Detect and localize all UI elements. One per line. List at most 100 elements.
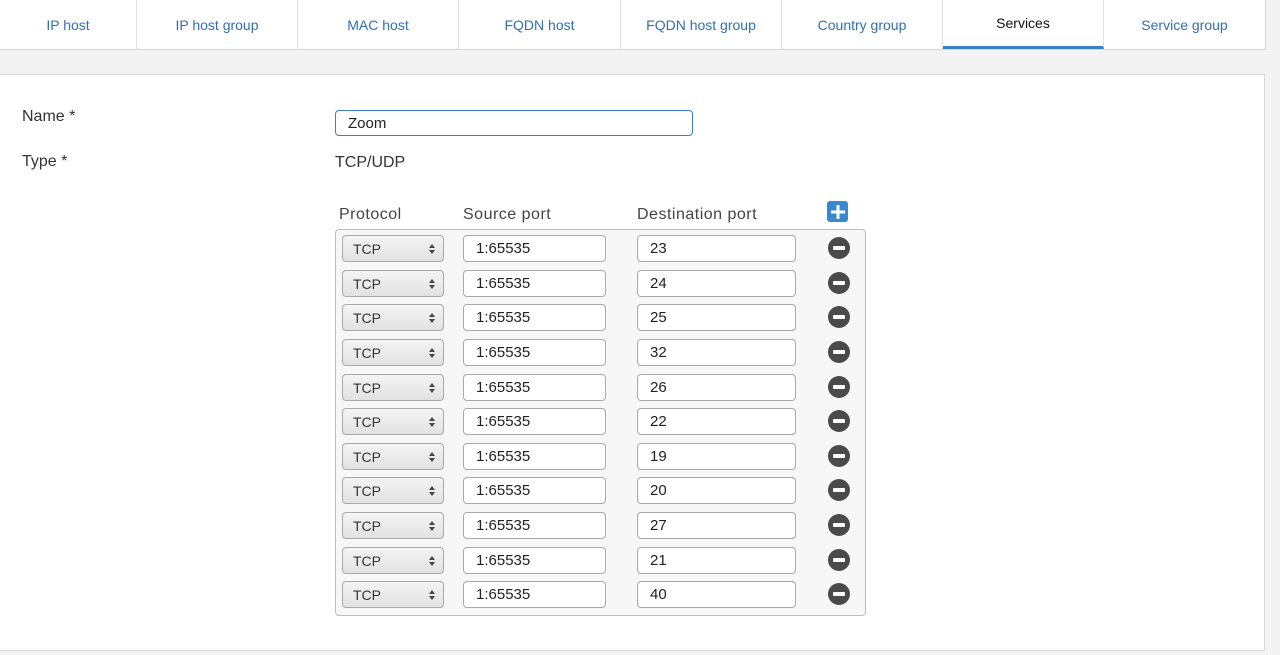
tab-service-group[interactable]: Service group [1104, 0, 1265, 49]
minus-circle-icon [833, 454, 845, 458]
table-row: TCP [336, 269, 865, 299]
destination-port-input[interactable] [637, 477, 796, 504]
protocol-select-value: TCP [353, 448, 381, 465]
protocol-header: Protocol [339, 206, 402, 223]
remove-row-button[interactable] [828, 549, 850, 571]
table-row: TCP [336, 338, 865, 368]
destination-port-input[interactable] [637, 512, 796, 539]
remove-row-button[interactable] [828, 306, 850, 328]
destination-port-input[interactable] [637, 408, 796, 435]
destination-port-input[interactable] [637, 581, 796, 608]
select-arrows-icon [429, 383, 435, 393]
destination-port-header: Destination port [637, 206, 758, 223]
select-arrows-icon [429, 348, 435, 358]
remove-row-button[interactable] [828, 445, 850, 467]
tab-ip-host-group[interactable]: IP host group [137, 0, 298, 49]
remove-row-button[interactable] [828, 514, 850, 536]
select-arrows-icon [429, 244, 435, 254]
plus-icon [830, 204, 845, 219]
table-row: TCP [336, 580, 865, 610]
remove-row-button[interactable] [828, 237, 850, 259]
protocol-select-value: TCP [353, 517, 381, 534]
source-port-input[interactable] [463, 477, 606, 504]
select-arrows-icon [429, 452, 435, 462]
source-port-input[interactable] [463, 235, 606, 262]
tab-services[interactable]: Services [943, 0, 1104, 49]
minus-circle-icon [833, 315, 845, 319]
source-port-input[interactable] [463, 512, 606, 539]
protocol-select-value: TCP [353, 344, 381, 361]
source-port-input[interactable] [463, 339, 606, 366]
tab-ip-host[interactable]: IP host [0, 0, 137, 49]
table-row: TCP [336, 476, 865, 506]
minus-circle-icon [833, 350, 845, 354]
destination-port-input[interactable] [637, 443, 796, 470]
protocol-select-value: TCP [353, 413, 381, 430]
add-row-button[interactable] [827, 201, 848, 222]
protocol-select[interactable]: TCP [342, 443, 444, 470]
remove-row-button[interactable] [828, 583, 850, 605]
minus-circle-icon [833, 592, 845, 596]
protocol-select[interactable]: TCP [342, 512, 444, 539]
tab-mac-host[interactable]: MAC host [298, 0, 459, 49]
port-rules-table: TCP TCP TCP TCP TCP TCP TCP TCP TCP TCP TCP [335, 229, 866, 616]
source-port-input[interactable] [463, 374, 606, 401]
select-arrows-icon [429, 279, 435, 289]
minus-circle-icon [833, 488, 845, 492]
select-arrows-icon [429, 556, 435, 566]
protocol-select[interactable]: TCP [342, 235, 444, 262]
table-row: TCP [336, 234, 865, 264]
minus-circle-icon [833, 281, 845, 285]
tab-fqdn-host[interactable]: FQDN host [459, 0, 621, 49]
table-row: TCP [336, 546, 865, 576]
source-port-input[interactable] [463, 443, 606, 470]
tab-fqdn-host-group[interactable]: FQDN host group [621, 0, 782, 49]
remove-row-button[interactable] [828, 410, 850, 432]
table-row: TCP [336, 511, 865, 541]
name-input[interactable] [335, 110, 693, 136]
table-row: TCP [336, 303, 865, 333]
select-arrows-icon [429, 417, 435, 427]
protocol-select-value: TCP [353, 275, 381, 292]
minus-circle-icon [833, 246, 845, 250]
table-row: TCP [336, 442, 865, 472]
protocol-select[interactable]: TCP [342, 477, 444, 504]
destination-port-input[interactable] [637, 235, 796, 262]
source-port-header: Source port [463, 206, 552, 223]
protocol-select[interactable]: TCP [342, 581, 444, 608]
protocol-select[interactable]: TCP [342, 547, 444, 574]
destination-port-input[interactable] [637, 547, 796, 574]
tab-country-group[interactable]: Country group [782, 0, 943, 49]
name-label: Name * [22, 108, 76, 125]
source-port-input[interactable] [463, 581, 606, 608]
destination-port-input[interactable] [637, 304, 796, 331]
protocol-select[interactable]: TCP [342, 339, 444, 366]
protocol-select-value: TCP [353, 379, 381, 396]
type-value: TCP/UDP [335, 154, 406, 171]
minus-circle-icon [833, 419, 845, 423]
protocol-select[interactable]: TCP [342, 270, 444, 297]
source-port-input[interactable] [463, 304, 606, 331]
destination-port-input[interactable] [637, 270, 796, 297]
source-port-input[interactable] [463, 270, 606, 297]
remove-row-button[interactable] [828, 479, 850, 501]
remove-row-button[interactable] [828, 376, 850, 398]
type-label: Type * [22, 153, 68, 170]
destination-port-input[interactable] [637, 339, 796, 366]
protocol-select-value: TCP [353, 586, 381, 603]
protocol-select[interactable]: TCP [342, 304, 444, 331]
source-port-input[interactable] [463, 547, 606, 574]
remove-row-button[interactable] [828, 272, 850, 294]
source-port-input[interactable] [463, 408, 606, 435]
minus-circle-icon [833, 558, 845, 562]
protocol-select[interactable]: TCP [342, 408, 444, 435]
protocol-select[interactable]: TCP [342, 374, 444, 401]
minus-circle-icon [833, 385, 845, 389]
remove-row-button[interactable] [828, 341, 850, 363]
select-arrows-icon [429, 590, 435, 600]
minus-circle-icon [833, 523, 845, 527]
destination-port-input[interactable] [637, 374, 796, 401]
tab-bar: IP host IP host group MAC host FQDN host… [0, 0, 1266, 50]
protocol-select-value: TCP [353, 552, 381, 569]
service-form-panel: Name * Type * TCP/UDP Protocol Source po… [0, 74, 1265, 651]
